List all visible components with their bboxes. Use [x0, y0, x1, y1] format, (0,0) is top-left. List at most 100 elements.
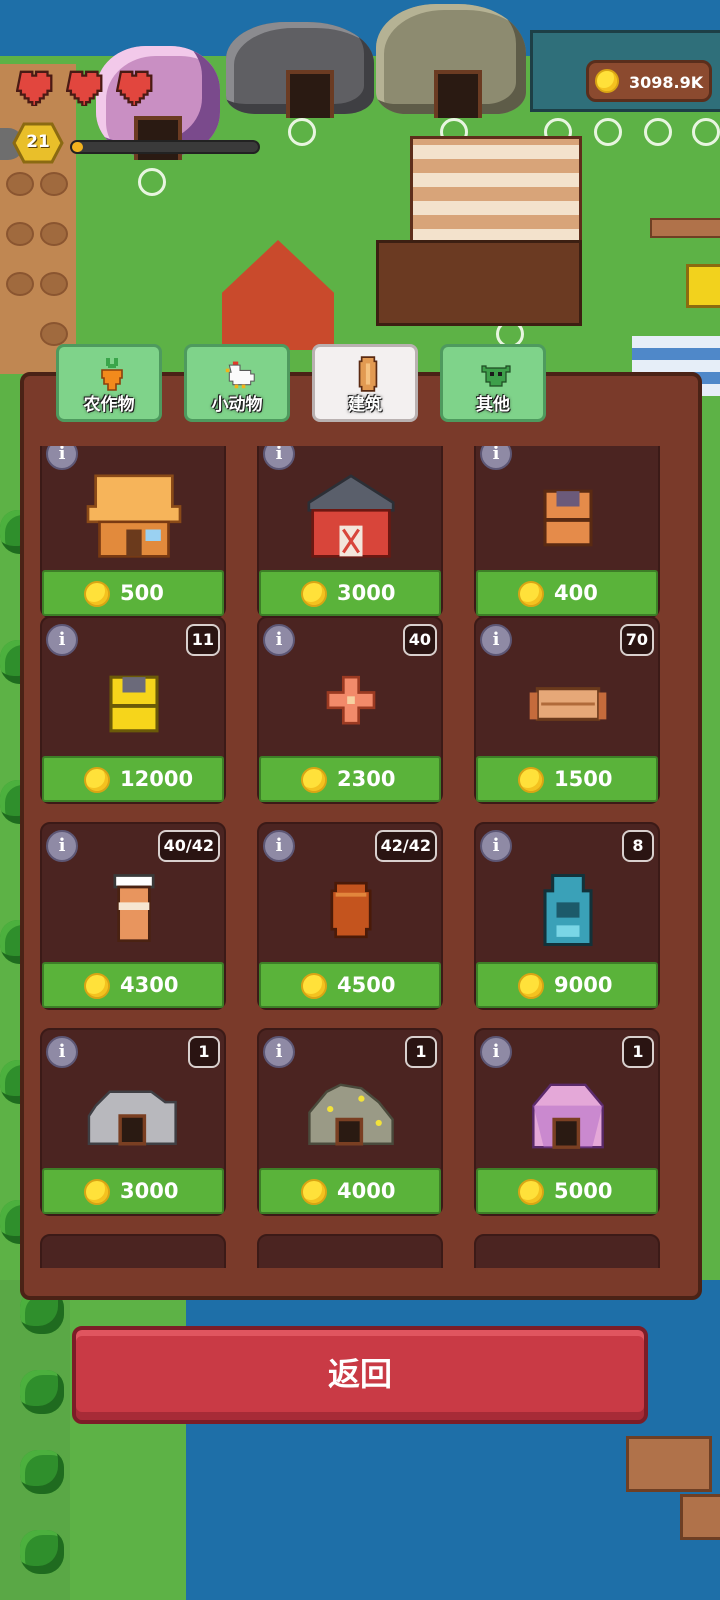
- shop-item-card-gold-ore-mine[interactable]: i 1 4000: [257, 1028, 443, 1216]
- info-icon[interactable]: i: [480, 446, 512, 470]
- wooden-bench-icon: [516, 656, 620, 752]
- buy-button[interactable]: 4300: [42, 962, 224, 1008]
- tree: [20, 1450, 64, 1494]
- shop-item-card-red-barn[interactable]: i 3000: [257, 446, 443, 618]
- buy-button[interactable]: 9000: [476, 962, 658, 1008]
- heart-icon: [116, 70, 153, 106]
- info-icon[interactable]: i: [263, 1036, 295, 1068]
- info-icon[interactable]: i: [46, 624, 78, 656]
- tab-animals[interactable]: 小动物: [184, 344, 290, 422]
- info-icon[interactable]: i: [46, 446, 78, 470]
- owned-count-badge: 70: [619, 624, 654, 656]
- shop-item-grid[interactable]: i 500 i 3000 i 400 i 11 12000 i 40 2300 i 70 1500 i 40/4…: [40, 446, 670, 1268]
- flower-decoration-icon: [299, 656, 403, 752]
- shop-item-card-partial[interactable]: [257, 1234, 443, 1268]
- tab-buildings[interactable]: 建筑: [312, 344, 418, 422]
- shop-item-card-flower-decoration[interactable]: i 40 2300: [257, 616, 443, 804]
- buy-button[interactable]: 4500: [259, 962, 441, 1008]
- buy-button[interactable]: 400: [476, 570, 658, 616]
- owned-count-badge: 11: [185, 624, 220, 656]
- info-icon[interactable]: i: [263, 446, 295, 470]
- buy-button[interactable]: 4000: [259, 1168, 441, 1214]
- shop-item-card-stone-mine[interactable]: i 1 3000: [40, 1028, 226, 1216]
- coin-icon: [84, 1179, 110, 1205]
- heart-icon: [66, 70, 103, 106]
- coin-balance-value: 3098.9K: [629, 73, 704, 92]
- shop-item-card-crystal-mine[interactable]: i 1 5000: [474, 1028, 660, 1216]
- buy-button[interactable]: 3000: [42, 1168, 224, 1214]
- info-icon[interactable]: i: [263, 830, 295, 862]
- price-value: 4300: [120, 973, 179, 997]
- red-barn-icon: [299, 470, 403, 566]
- tree: [20, 1530, 64, 1574]
- mine-entrance: [286, 70, 334, 118]
- buy-button[interactable]: 12000: [42, 756, 224, 802]
- stone-mine-icon: [82, 1068, 186, 1164]
- yellow-box: [686, 264, 720, 308]
- price-value: 1500: [554, 767, 613, 791]
- owned-count-badge: 40/42: [157, 830, 220, 862]
- shop-item-card-blue-machine[interactable]: i 8 9000: [474, 822, 660, 1010]
- buy-button[interactable]: 1500: [476, 756, 658, 802]
- shop-item-card-yellow-storage-box[interactable]: i 11 12000: [40, 616, 226, 804]
- xp-progress-bar: [70, 140, 260, 154]
- mine-entrance: [434, 70, 482, 118]
- goblin-icon: [481, 365, 511, 387]
- price-value: 500: [120, 581, 164, 605]
- wooden-dock: [626, 1436, 712, 1492]
- shop-item-card-wooden-barrel[interactable]: i 42/42 4500: [257, 822, 443, 1010]
- shop-item-card-thatched-house[interactable]: i 500: [40, 446, 226, 618]
- yellow-storage-box-icon: [82, 656, 186, 752]
- build-slot-ring[interactable]: [594, 118, 622, 146]
- info-icon[interactable]: i: [480, 1036, 512, 1068]
- build-slot-ring[interactable]: [138, 168, 166, 196]
- thatched-house-icon: [82, 470, 186, 566]
- shop-item-card-partial[interactable]: [40, 1234, 226, 1268]
- buy-button[interactable]: 5000: [476, 1168, 658, 1214]
- coin-icon: [518, 767, 544, 793]
- shop-item-card-orange-storage-box[interactable]: i 400: [474, 446, 660, 618]
- coin-icon: [301, 973, 327, 999]
- info-icon[interactable]: i: [480, 830, 512, 862]
- tree: [20, 1370, 64, 1414]
- coin-icon: [518, 973, 544, 999]
- price-value: 12000: [120, 767, 194, 791]
- buy-button[interactable]: 500: [42, 570, 224, 616]
- coin-icon: [301, 581, 327, 607]
- wooden-barrel-icon: [299, 862, 403, 958]
- shop-item-card-partial[interactable]: [474, 1234, 660, 1268]
- info-icon[interactable]: i: [263, 624, 295, 656]
- build-slot-ring[interactable]: [644, 118, 672, 146]
- owned-count-badge: 1: [622, 1036, 654, 1068]
- tab-other[interactable]: 其他: [440, 344, 546, 422]
- tab-crops[interactable]: 农作物: [56, 344, 162, 422]
- orange-storage-box-icon: [516, 470, 620, 566]
- build-slot-ring[interactable]: [288, 118, 316, 146]
- shop-item-card-wooden-bench[interactable]: i 70 1500: [474, 616, 660, 804]
- plot-hole: [40, 272, 68, 296]
- carrot-icon: [101, 358, 123, 391]
- tab-label: 小动物: [211, 395, 263, 415]
- coin-icon: [301, 1179, 327, 1205]
- crystal-mine-icon: [516, 1068, 620, 1164]
- blue-machine-icon: [516, 862, 620, 958]
- back-button[interactable]: 返回: [72, 1326, 648, 1424]
- price-value: 9000: [554, 973, 613, 997]
- buy-button[interactable]: 3000: [259, 570, 441, 616]
- chicken-icon: [225, 361, 255, 389]
- shop-item-card-beehive[interactable]: i 40/42 4300: [40, 822, 226, 1010]
- coin-icon: [84, 973, 110, 999]
- coin-icon: [518, 1179, 544, 1205]
- coin-balance-display[interactable]: 3098.9K: [586, 60, 712, 102]
- heart-icon: [16, 70, 53, 106]
- coin-icon: [301, 767, 327, 793]
- info-icon[interactable]: i: [46, 1036, 78, 1068]
- tab-label: 建筑: [348, 395, 382, 415]
- info-icon[interactable]: i: [480, 624, 512, 656]
- build-slot-ring[interactable]: [692, 118, 720, 146]
- xp-progress-fill: [72, 142, 84, 152]
- price-value: 4000: [337, 1179, 396, 1203]
- info-icon[interactable]: i: [46, 830, 78, 862]
- buy-button[interactable]: 2300: [259, 756, 441, 802]
- player-level-badge[interactable]: 21: [0, 122, 64, 164]
